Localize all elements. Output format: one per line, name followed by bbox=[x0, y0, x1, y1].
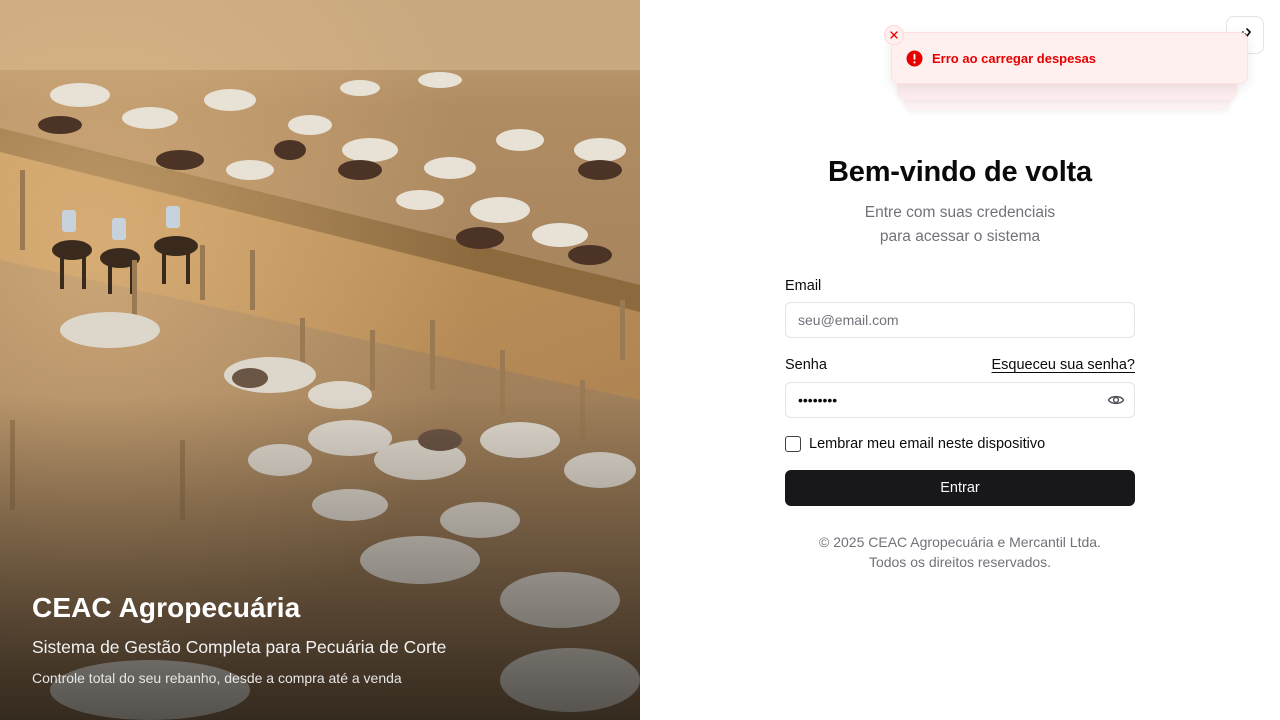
page-title: Bem-vindo de volta bbox=[828, 156, 1092, 188]
login-form: Bem-vindo de volta Entre com suas creden… bbox=[785, 156, 1135, 572]
eye-icon[interactable] bbox=[1107, 391, 1125, 409]
toast-close-button[interactable] bbox=[884, 25, 904, 45]
password-input[interactable] bbox=[785, 382, 1135, 418]
intro-line-2: para acessar o sistema bbox=[879, 228, 1041, 245]
email-label: Email bbox=[785, 278, 822, 294]
submit-button[interactable]: Entrar bbox=[785, 470, 1135, 506]
remember-label: Lembrar meu email neste dispositivo bbox=[809, 436, 1046, 452]
password-field bbox=[785, 382, 1135, 418]
hero-text: CEAC Agropecuária Sistema de Gestão Comp… bbox=[32, 591, 608, 686]
login-panel: Erro ao carregar despesas Bem-vindo de v… bbox=[640, 0, 1280, 720]
copyright-line-1: © 2025 CEAC Agropecuária e Mercantil Ltd… bbox=[819, 534, 1101, 550]
forgot-password-link[interactable]: Esqueceu sua senha? bbox=[992, 357, 1136, 373]
intro-text: Entre com suas credenciais para acessar … bbox=[785, 201, 1135, 249]
hero-panel: CEAC Agropecuária Sistema de Gestão Comp… bbox=[0, 0, 640, 720]
email-input[interactable] bbox=[785, 302, 1135, 338]
copyright-line-2: Todos os direitos reservados. bbox=[868, 554, 1052, 570]
copyright: © 2025 CEAC Agropecuária e Mercantil Ltd… bbox=[785, 532, 1135, 572]
toast-message: Erro ao carregar despesas bbox=[932, 50, 1097, 66]
hero-title: CEAC Agropecuária bbox=[32, 592, 301, 624]
hero-subtitle: Sistema de Gestão Completa para Pecuária… bbox=[32, 637, 447, 657]
password-label: Senha bbox=[785, 357, 827, 373]
error-toast: Erro ao carregar despesas bbox=[884, 25, 1248, 84]
intro-line-1: Entre com suas credenciais bbox=[864, 204, 1056, 221]
remember-row: Lembrar meu email neste dispositivo bbox=[785, 436, 1135, 452]
alert-circle-icon bbox=[906, 50, 923, 66]
hero-tagline: Controle total do seu rebanho, desde a c… bbox=[32, 670, 402, 686]
close-icon bbox=[890, 31, 898, 39]
remember-checkbox[interactable] bbox=[785, 436, 801, 452]
